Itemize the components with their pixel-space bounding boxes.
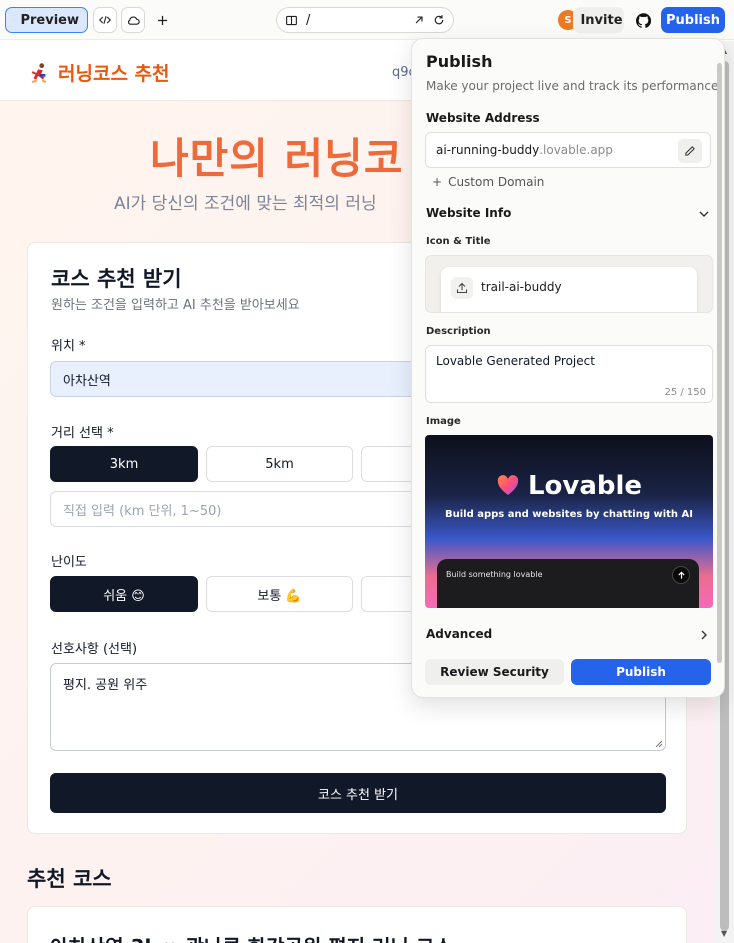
preview-label: Preview [20,12,79,28]
description-textarea[interactable]: Lovable Generated Project 25 / 150 [425,345,713,403]
edit-address-button[interactable] [678,139,702,163]
lovable-heart-icon [497,475,519,495]
preview-button[interactable]: Preview [5,7,88,33]
plus-icon [157,15,167,25]
og-brand: Lovable [425,471,713,501]
og-preview-image[interactable]: Lovable Build apps and websites by chatt… [425,435,713,608]
chevron-right-icon[interactable] [698,629,710,641]
address-domain: .lovable.app [539,143,613,157]
url-bar[interactable]: / [276,7,454,33]
advanced-label[interactable]: Advanced [426,627,492,641]
code-icon [99,16,111,24]
recommendations-title: 추천 코스 [27,867,112,891]
book-icon [286,15,297,25]
form-description: 원하는 조건을 입력하고 AI 추천을 받아보세요 [51,298,300,313]
recommendation-card[interactable]: 아차산역 3km 광나루 한강공원 평지 러닝 코스 [27,906,687,943]
resize-grip-icon[interactable] [655,740,663,748]
hero-subtitle: AI가 당신의 조건에 맞는 최적의 러닝 [114,194,377,214]
distance-label: 거리 선택 * [51,426,114,441]
publish-top-button[interactable]: Publish [661,7,725,33]
difficulty-label: 난이도 [51,555,87,570]
og-chat-placeholder: Build something lovable [446,570,543,579]
hero-title: 나만의 러닝코 [150,134,404,183]
runner-icon [31,62,47,83]
description-label: Description [426,326,491,337]
description-text: Lovable Generated Project [436,354,595,368]
icon-title-label: Icon & Title [426,236,491,247]
address-slug: ai-running-buddy [436,143,540,157]
upload-icon [456,282,468,294]
external-link-icon[interactable] [413,14,425,26]
github-button[interactable] [630,7,656,33]
website-address-label: Website Address [426,111,540,125]
plus-icon: + [432,175,443,189]
app-logo-text: 러닝코스 추천 [58,63,170,85]
chevron-down-icon[interactable] [698,208,710,220]
add-tab-button[interactable] [150,7,174,33]
invite-button[interactable]: Invite [573,7,624,33]
distance-option-5km[interactable]: 5km [206,446,353,482]
get-recommendation-button[interactable]: 코스 추천 받기 [50,773,666,813]
image-label: Image [426,416,461,427]
upload-icon-button[interactable] [451,277,473,299]
cloud-button[interactable] [121,7,145,33]
preference-text: 평지. 공원 위주 [63,678,148,693]
preference-label: 선호사항 (선택) [51,642,138,657]
site-title[interactable]: trail-ai-buddy [481,280,562,294]
recommendation-title: 아차산역 3km 광나루 한강공원 평지 러닝 코스 [50,931,453,943]
site-title-card[interactable]: trail-ai-buddy [441,267,697,312]
custom-domain-label: Custom Domain [448,175,545,189]
website-info-label[interactable]: Website Info [426,206,511,220]
top-toolbar: Preview / S Invite Publish [0,0,734,40]
distance-option-3km[interactable]: 3km [50,446,198,482]
github-icon [635,12,651,28]
pencil-icon [685,146,695,156]
description-char-count: 25 / 150 [664,387,706,398]
og-brand-text: Lovable [527,471,643,501]
review-security-button[interactable]: Review Security [425,659,564,685]
publish-button[interactable]: Publish [571,659,711,685]
custom-domain-button[interactable]: + Custom Domain [432,175,544,189]
difficulty-option-easy[interactable]: 쉬움 😊 [50,576,198,612]
og-send-icon [672,566,690,584]
og-chat-box: Build something lovable [437,559,699,608]
app-logo[interactable]: 러닝코스 추천 [28,59,170,86]
panel-title: Publish [426,52,493,71]
panel-scrollbar[interactable] [717,63,722,663]
form-title: 코스 추천 받기 [51,267,182,291]
panel-subtitle: Make your project live and track its per… [426,79,723,93]
difficulty-option-normal[interactable]: 보통 💪 [206,576,353,612]
location-label: 위치 * [51,339,86,354]
code-button[interactable] [93,7,117,33]
url-path[interactable]: / [306,13,405,28]
scroll-down-arrow-icon[interactable]: ▼ [721,929,727,938]
refresh-icon[interactable] [433,14,445,26]
website-address-field[interactable]: ai-running-buddy .lovable.app [425,132,711,168]
icon-title-area: trail-ai-buddy [425,255,713,313]
cloud-icon [127,16,140,25]
publish-panel: Publish Make your project live and track… [411,38,725,698]
og-tagline: Build apps and websites by chatting with… [444,509,693,520]
